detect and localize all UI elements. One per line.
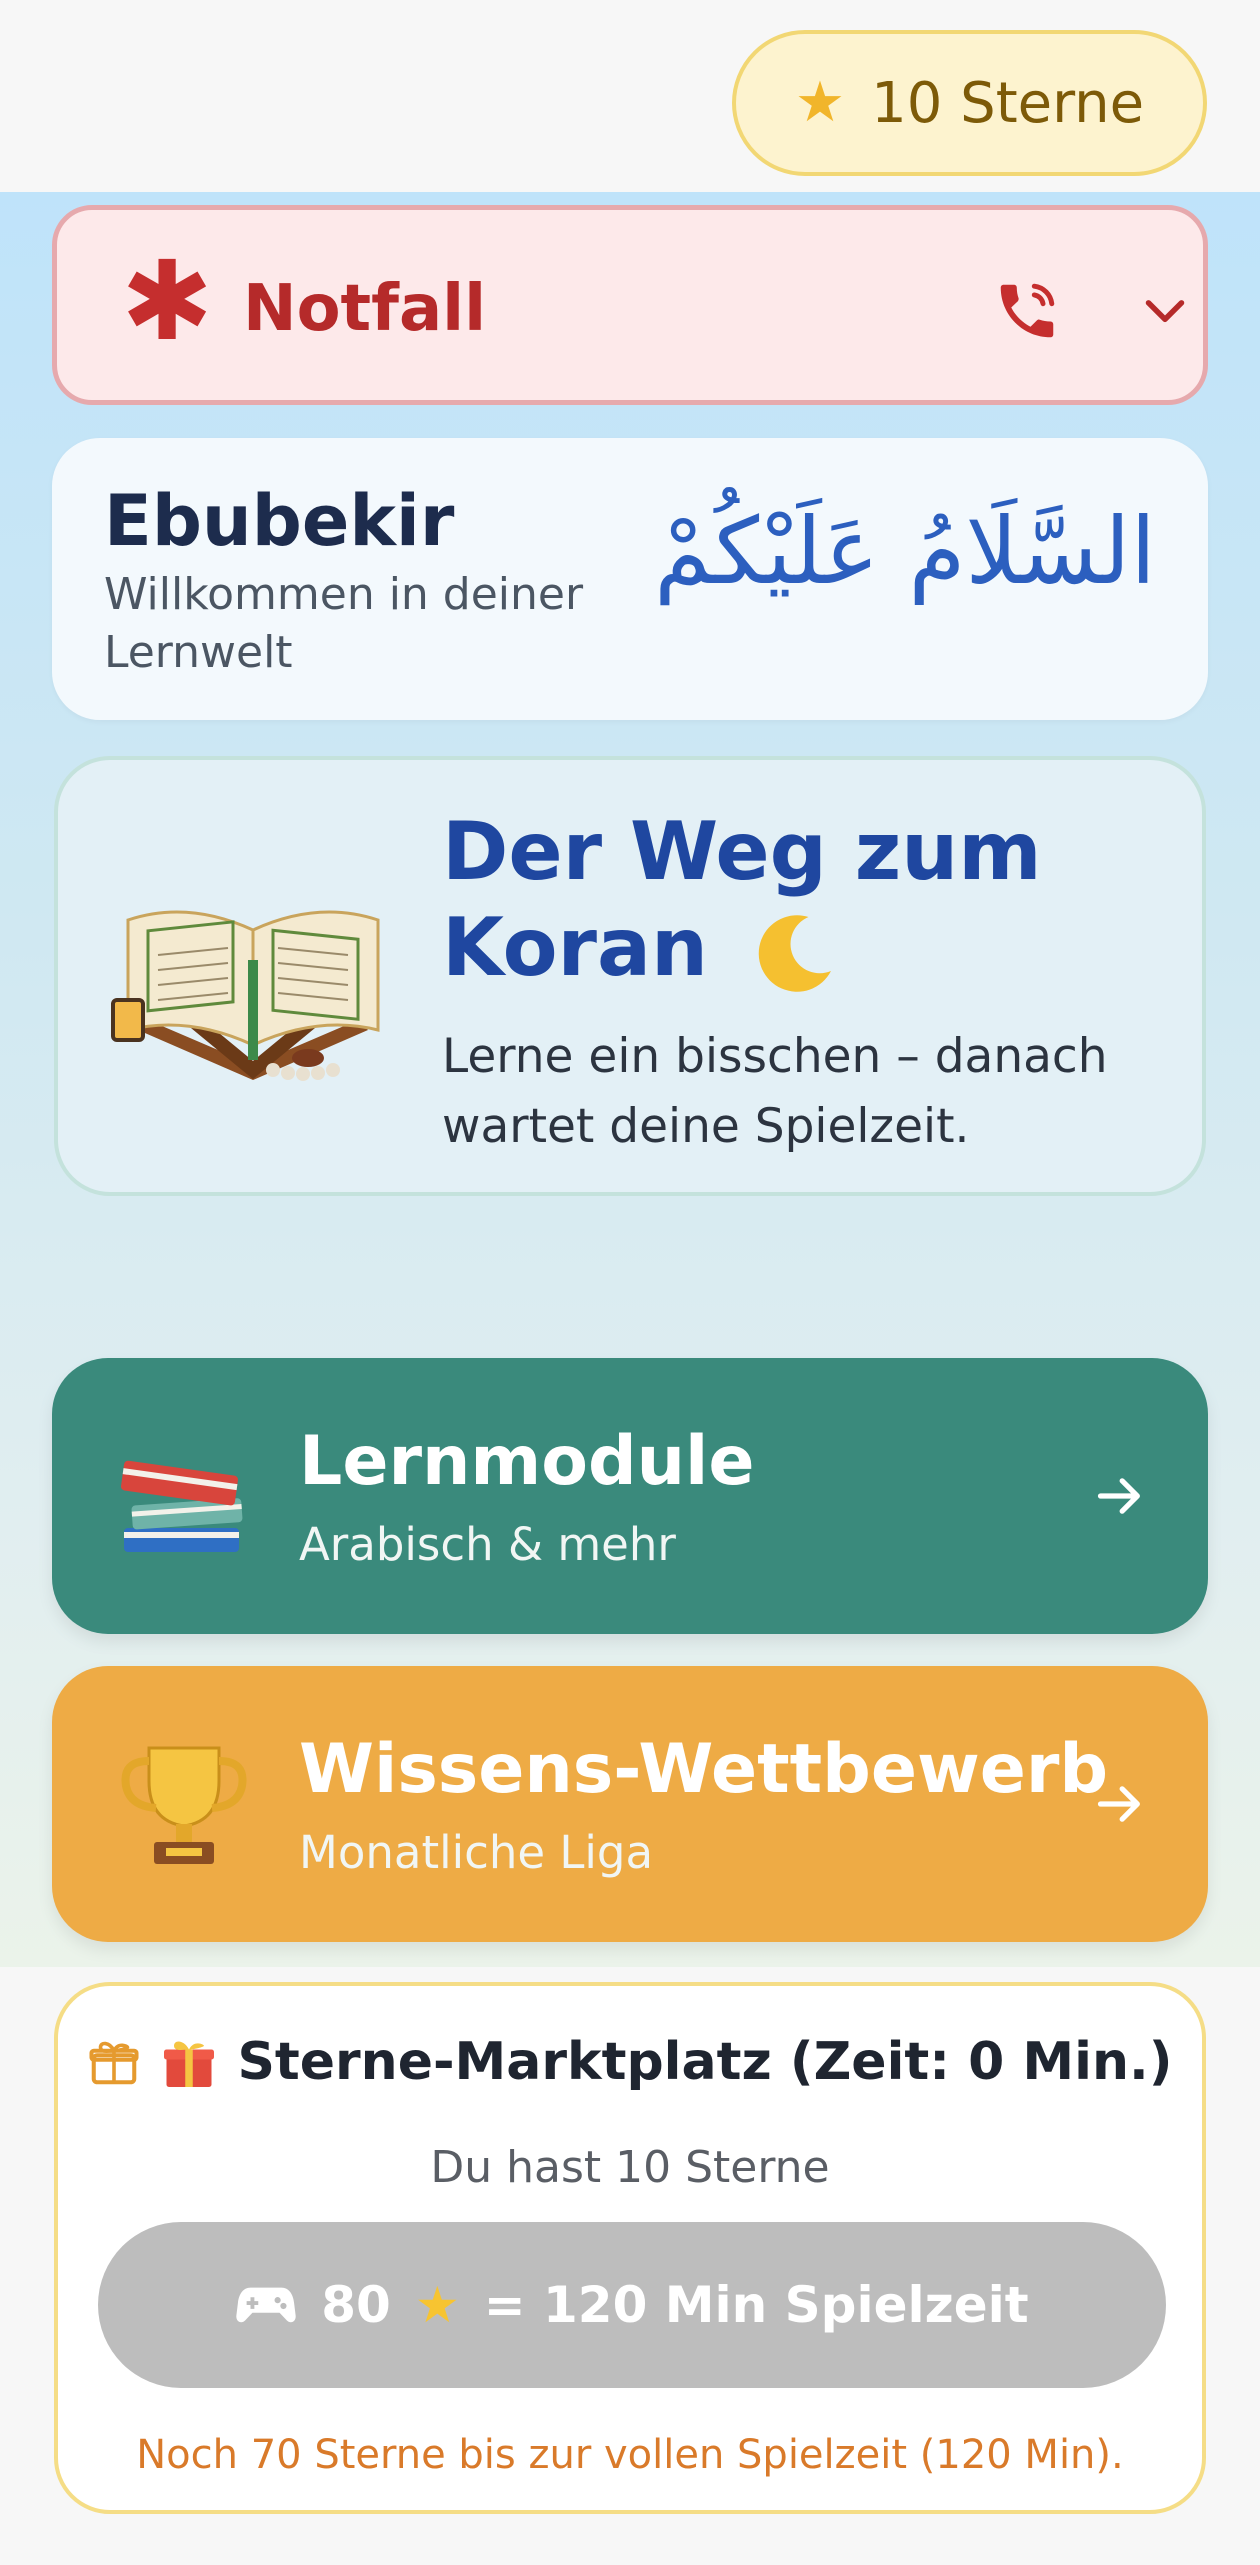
emergency-button[interactable]: ✱ Notfall: [52, 205, 1208, 405]
asterisk-icon: ✱: [121, 237, 214, 365]
gamepad-icon: [236, 2287, 296, 2323]
arrow-right-icon: [1097, 1786, 1140, 1822]
knowledge-competition-button[interactable]: Wissens-Wettbewerb Monatliche Liga: [52, 1666, 1208, 1942]
hero-description: Lerne ein bisschen – danach wartet deine…: [442, 1029, 1108, 1154]
stars-balance-text: Du hast 10 Sterne: [430, 2142, 830, 2193]
hero-title: Der Weg zum Koran: [442, 804, 1162, 998]
emergency-label: Notfall: [243, 272, 487, 346]
module-title: Lernmodule: [299, 1422, 755, 1501]
crescent-moon-icon: [758, 915, 831, 992]
quran-book-icon: [111, 910, 380, 1081]
hero-card: Der Weg zum Koran Lerne ein bisschen – d…: [54, 756, 1206, 1196]
chevron-down-icon[interactable]: [1143, 292, 1187, 332]
buy-button-cost: 80: [321, 2276, 391, 2334]
stars-balance-button[interactable]: ★ 10 Sterne: [732, 30, 1207, 176]
module-title: Wissens-Wettbewerb: [299, 1730, 1109, 1809]
gift-box-icon: [89, 2041, 139, 2085]
marketplace-title: Sterne-Marktplatz (Zeit: 0 Min.): [237, 2032, 1173, 2092]
star-icon: ★: [794, 70, 846, 135]
star-icon: ★: [414, 2276, 460, 2334]
books-icon: [120, 1460, 243, 1552]
user-name: Ebubekir: [104, 480, 455, 562]
hero-title-text: Der Weg zum Koran: [442, 805, 1042, 994]
stars-balance-label: 10 Sterne: [871, 70, 1145, 136]
trophy-icon: [121, 1746, 247, 1864]
star-marketplace-card: Sterne-Marktplatz (Zeit: 0 Min.) Du hast…: [54, 1982, 1206, 2514]
buy-playtime-button[interactable]: 80 ★ = 120 Min Spielzeit: [98, 2222, 1166, 2388]
module-subtitle: Monatliche Liga: [299, 1826, 654, 1879]
marketplace-note: Noch 70 Sterne bis zur vollen Spielzeit …: [136, 2432, 1124, 2478]
arrow-right-icon: [1097, 1478, 1140, 1514]
welcome-card: Ebubekir Willkommen in deiner Lernwelt ا…: [52, 438, 1208, 720]
phone-icon: [1000, 283, 1055, 338]
arabic-greeting: السَّلَامُ عَلَيْكُمْ: [654, 498, 1156, 605]
top-bar: ★ 10 Sterne: [0, 0, 1260, 192]
gift-emoji-icon: [164, 2041, 215, 2087]
buy-button-label: = 120 Min Spielzeit: [483, 2276, 1029, 2334]
learning-modules-button[interactable]: Lernmodule Arabisch & mehr: [52, 1358, 1208, 1634]
module-subtitle: Arabisch & mehr: [299, 1518, 676, 1571]
welcome-subtitle: Willkommen in deiner Lernwelt: [104, 569, 584, 678]
marketplace-header: Sterne-Marktplatz (Zeit: 0 Min.): [58, 2032, 1202, 2092]
